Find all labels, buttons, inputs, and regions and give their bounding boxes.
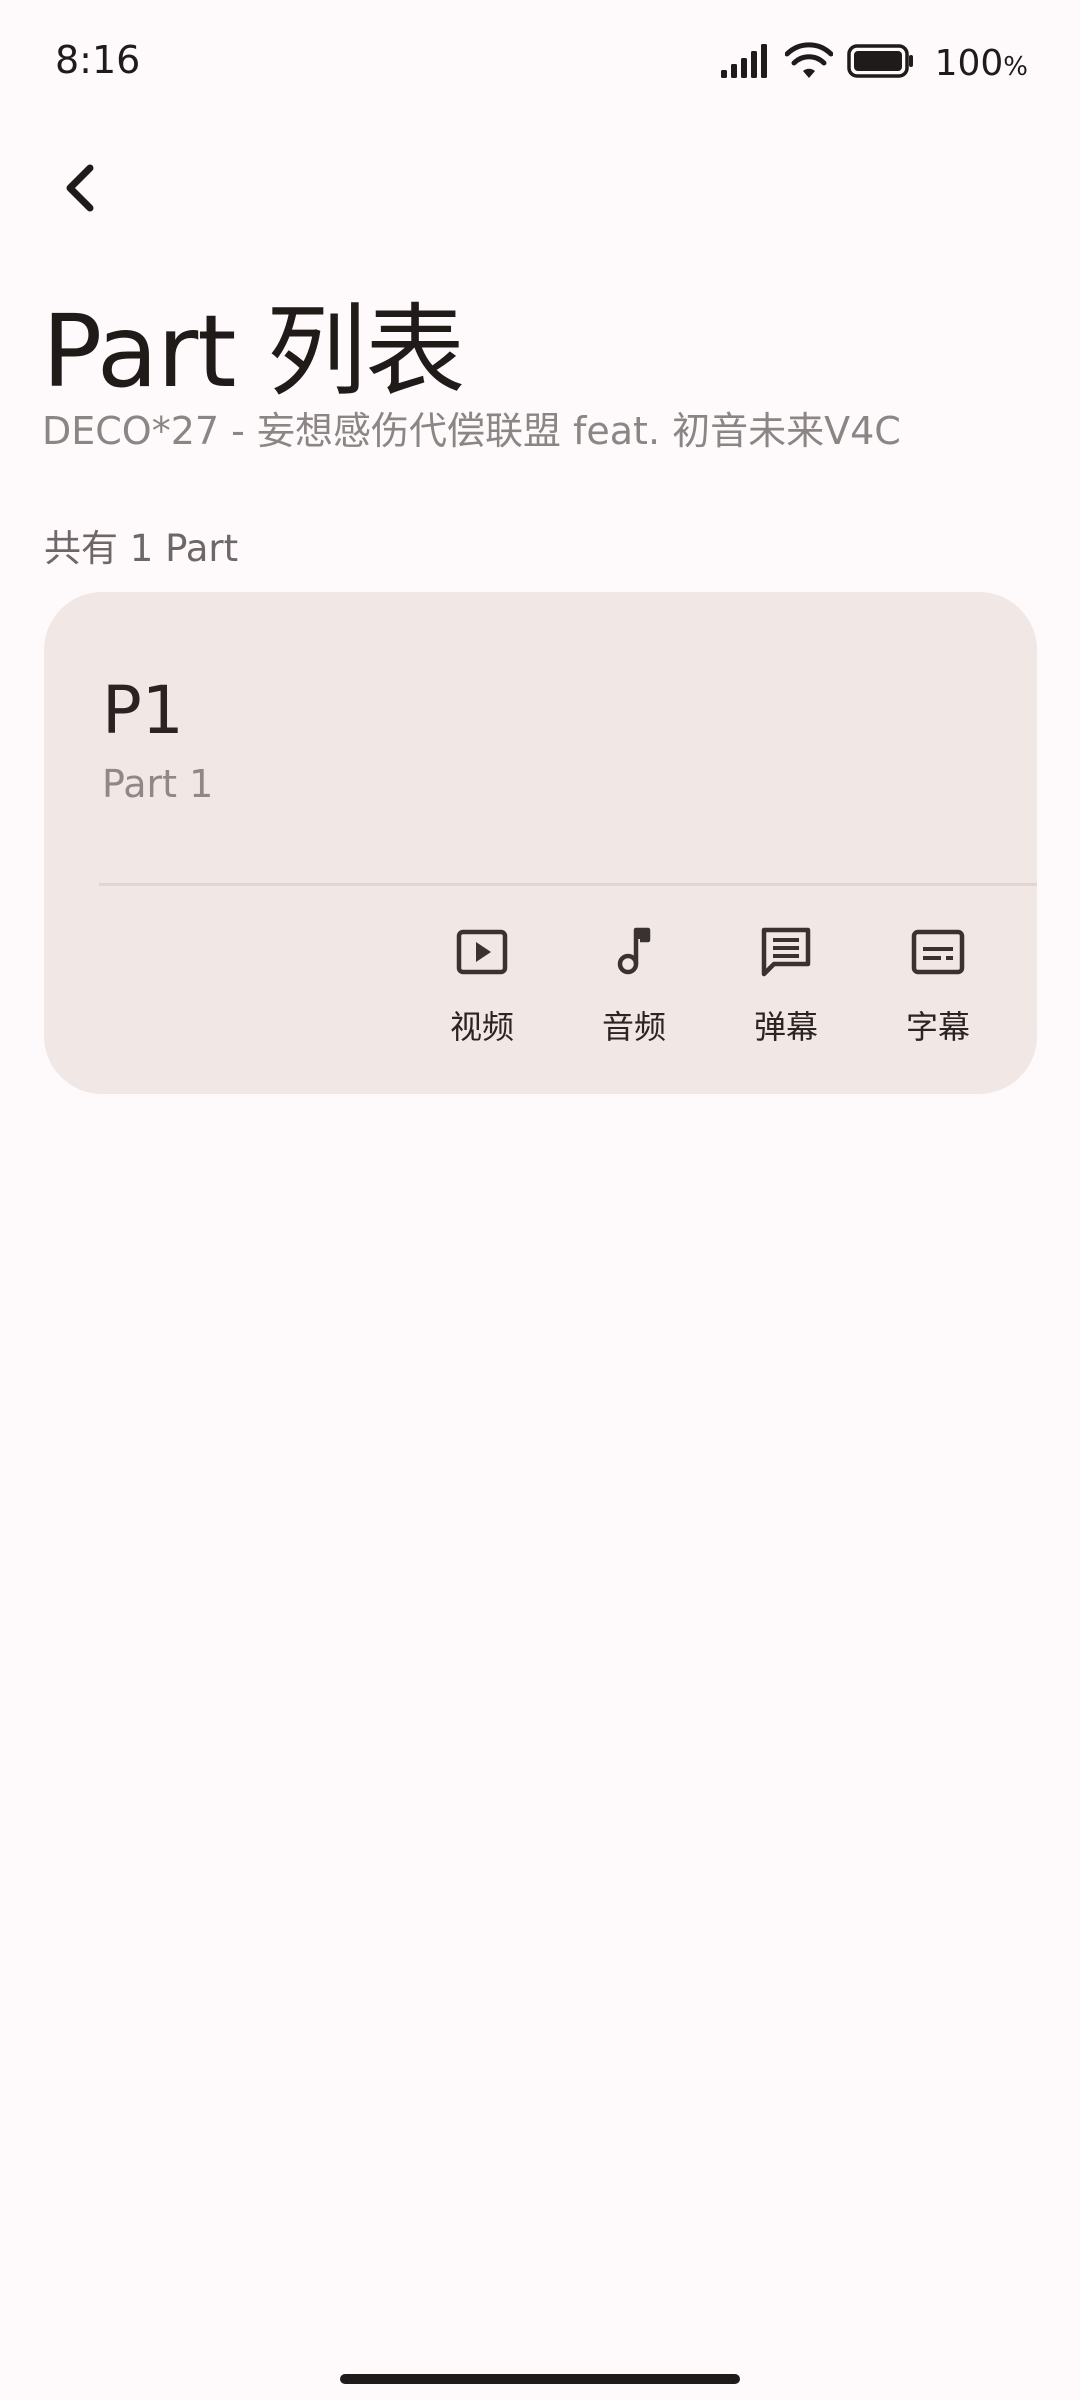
comment-icon: [756, 922, 816, 986]
battery-icon: [846, 44, 915, 82]
danmaku-label: 弹幕: [753, 1008, 818, 1046]
subtitles-button[interactable]: 字幕: [868, 922, 1008, 1062]
video-button[interactable]: 视频: [412, 922, 552, 1062]
wifi-icon: [784, 42, 834, 84]
battery-percent-symbol: %: [1003, 51, 1028, 82]
status-bar: 8:16 100%: [0, 0, 1080, 120]
battery-percent-value: 100: [934, 42, 1004, 84]
danmaku-button[interactable]: 弹幕: [716, 922, 856, 1062]
screen: 8:16 100% Part 列表 DECO*27 - 妄想感伤代偿联盟 fea…: [0, 0, 1080, 2400]
page-title: Part 列表: [42, 293, 465, 410]
signal-icon: [720, 44, 771, 82]
home-indicator[interactable]: [340, 2374, 740, 2384]
part-card[interactable]: P1 Part 1 视频 音频 弹幕 字幕: [44, 592, 1037, 1094]
back-button[interactable]: [40, 150, 120, 230]
part-name: Part 1: [102, 762, 214, 806]
card-divider: [99, 883, 1037, 886]
music-note-icon: [604, 922, 664, 986]
battery-percent: 100%: [935, 43, 1028, 84]
subtitles-icon: [908, 922, 968, 986]
part-count: 共有 1 Part: [44, 527, 239, 570]
part-title: P1: [102, 672, 184, 749]
status-time: 8:16: [55, 38, 141, 82]
audio-label: 音频: [601, 1008, 666, 1046]
audio-button[interactable]: 音频: [564, 922, 704, 1062]
video-label: 视频: [449, 1008, 514, 1046]
page-subtitle: DECO*27 - 妄想感伤代偿联盟 feat. 初音未来V4C: [42, 409, 901, 453]
video-icon: [452, 922, 512, 986]
back-arrow-icon: [58, 162, 102, 218]
subtitles-label: 字幕: [905, 1008, 970, 1046]
status-icons: 100%: [720, 40, 1028, 86]
